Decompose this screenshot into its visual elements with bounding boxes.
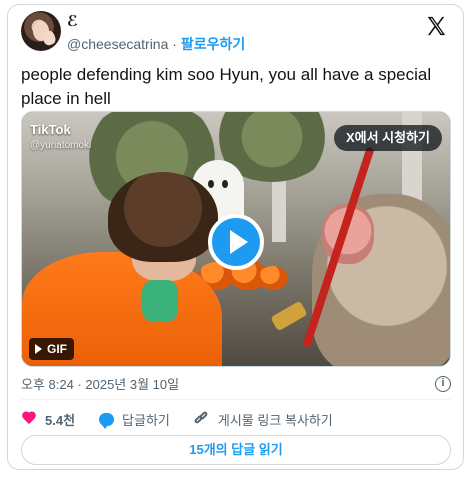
avatar-hand bbox=[40, 29, 58, 47]
heart-icon bbox=[21, 412, 37, 426]
divider bbox=[21, 399, 451, 400]
play-small-icon bbox=[35, 344, 42, 354]
follow-button[interactable]: 팔로우하기 bbox=[181, 36, 245, 52]
like-count: 5.4천 bbox=[45, 412, 76, 428]
action-bar: 5.4천 답글하기 게시물 링크 복사하기 bbox=[21, 409, 357, 429]
reply-button[interactable]: 답글하기 bbox=[99, 410, 170, 429]
reply-bubble-icon bbox=[99, 412, 115, 429]
tiktok-watermark: TikTok bbox=[30, 122, 71, 137]
gif-label: GIF bbox=[47, 342, 67, 356]
tiktok-watermark-handle: @yuriatomoki bbox=[30, 140, 92, 151]
person-hair bbox=[108, 172, 218, 262]
watch-on-x-button[interactable]: X에서 시청하기 bbox=[333, 125, 442, 151]
reply-label: 답글하기 bbox=[122, 412, 170, 428]
media-video[interactable]: TikTok @yuriatomoki X에서 시청하기 GIF bbox=[21, 111, 451, 367]
tweet-text: people defending kim soo Hyun, you all h… bbox=[21, 65, 432, 108]
avatar[interactable] bbox=[21, 11, 61, 51]
play-button[interactable] bbox=[208, 214, 264, 270]
play-icon bbox=[230, 230, 248, 254]
pumpkin-decoration bbox=[258, 266, 288, 290]
user-handle[interactable]: @cheesecatrina bbox=[67, 36, 168, 52]
copy-link-label: 게시물 링크 복사하기 bbox=[217, 412, 333, 428]
handle-separator: · bbox=[172, 36, 177, 52]
copy-link-button[interactable]: 게시물 링크 복사하기 bbox=[193, 410, 333, 429]
tweet-header: ℰ @cheesecatrina · 팔로우하기 bbox=[21, 11, 451, 55]
handle-row: @cheesecatrina · 팔로우하기 bbox=[67, 35, 245, 53]
ghost-eye bbox=[222, 180, 228, 188]
read-replies-button[interactable]: 15개의 답글 읽기 bbox=[21, 435, 451, 465]
info-icon[interactable]: i bbox=[435, 376, 451, 392]
person-collar bbox=[142, 280, 178, 322]
gif-badge[interactable]: GIF bbox=[29, 338, 74, 360]
x-logo-icon[interactable] bbox=[425, 15, 447, 37]
tweet-card: ℰ @cheesecatrina · 팔로우하기 people defendin… bbox=[7, 4, 464, 470]
link-icon bbox=[193, 410, 210, 427]
like-button[interactable]: 5.4천 bbox=[21, 410, 75, 429]
ghost-eye bbox=[208, 180, 214, 188]
display-name[interactable]: ℰ bbox=[67, 13, 78, 31]
tweet-timestamp[interactable]: 오후 8:24 · 2025년 3월 10일 bbox=[21, 377, 179, 393]
